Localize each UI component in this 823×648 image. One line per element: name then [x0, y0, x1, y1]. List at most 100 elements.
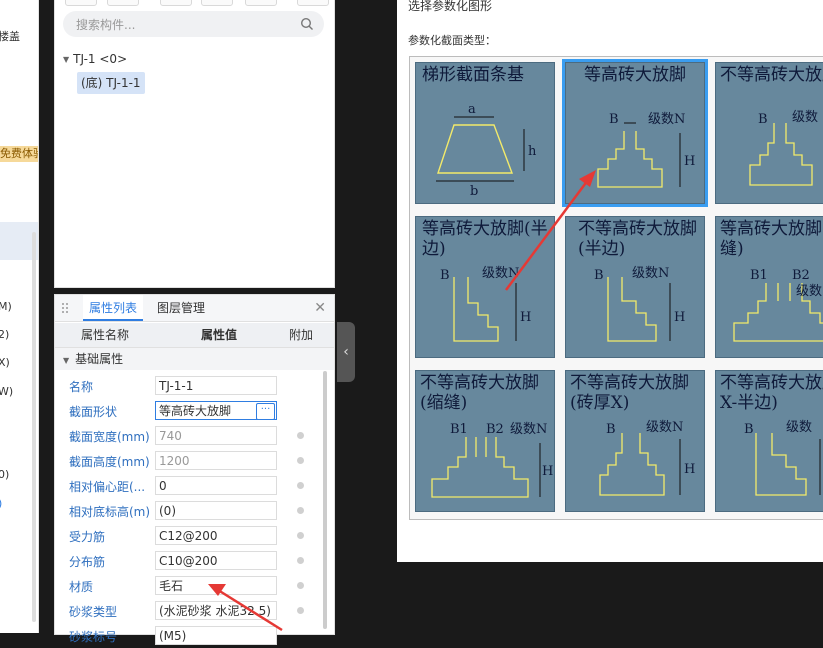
property-group-basic[interactable]: ▼ 基础属性 [55, 348, 334, 370]
properties-header: 属性名称 属性值 附加 [55, 323, 334, 348]
property-value[interactable]: 毛石 [155, 576, 277, 595]
toolbar-button[interactable] [297, 0, 329, 6]
property-name: 砂浆标号 [69, 630, 118, 644]
label-b2: B2 [792, 268, 810, 283]
shape-option-unequal-joint[interactable]: 不等高砖大放脚(缩缝) B1 B2 级数N H [415, 370, 555, 512]
label-b1: B1 [750, 268, 768, 283]
label-h: H [684, 154, 695, 169]
toolbar-button[interactable] [65, 0, 97, 6]
property-value[interactable]: 0 [155, 476, 277, 495]
shape-option-equal-half[interactable]: 等高砖大放脚(半边) B 级数N H [415, 216, 555, 358]
tree-child-node[interactable]: (底) TJ-1-1 [77, 72, 145, 94]
shape-option-equal-height[interactable]: 等高砖大放脚 B 级数N H [562, 59, 708, 207]
properties-scrollbar[interactable] [323, 371, 327, 629]
label-b: B [758, 112, 768, 127]
left-fragment: 2) [0, 328, 10, 341]
collapse-panel-handle[interactable]: ‹ [337, 322, 355, 382]
label-h: H [674, 310, 685, 325]
toolbar-button[interactable] [160, 0, 192, 6]
ellipsis-button[interactable]: ··· [256, 403, 275, 419]
shape-option-unequal-thickness[interactable]: 不等高砖大放脚(砖厚X) B 级数N H [565, 370, 705, 512]
label-b: B [744, 422, 754, 437]
property-value[interactable]: 1200 [155, 451, 277, 470]
label-b: b [470, 184, 478, 199]
shape-option-unequal-half[interactable]: 不等高砖大放脚(半边) B 级数N H [565, 216, 705, 358]
left-scrollbar[interactable] [32, 232, 36, 622]
property-row: 相对偏心距(... 0 [55, 473, 334, 498]
attach-radio[interactable] [297, 457, 304, 464]
collapse-triangle-icon[interactable]: ▼ [63, 356, 69, 365]
property-row: 分布筋 C10@200 [55, 548, 334, 573]
property-value-section-shape[interactable]: 等高砖大放脚 ··· [155, 401, 277, 420]
header-extra: 附加 [289, 328, 314, 342]
left-fragment: W) [0, 385, 14, 398]
attach-radio[interactable] [297, 532, 304, 539]
stepped-footing-diagram: B 级数N H [597, 112, 695, 188]
search-icon[interactable] [300, 17, 314, 31]
property-name: 分布筋 [69, 555, 106, 569]
close-icon[interactable]: ✕ [314, 300, 326, 316]
expand-triangle-icon[interactable]: ▼ [63, 55, 69, 64]
label-steps: 级数 [786, 420, 812, 435]
property-name: 砂浆类型 [69, 605, 118, 619]
toolbar-button[interactable] [201, 0, 233, 6]
label-h: H [684, 462, 695, 477]
left-fragment: 楼盖 [0, 30, 20, 43]
label-b: B [609, 112, 619, 127]
label-b2: B2 [486, 422, 504, 437]
property-value[interactable]: TJ-1-1 [155, 376, 277, 395]
property-name: 截面宽度(mm) [69, 430, 150, 444]
stepped-footing-diagram: B 级数 H [744, 420, 821, 496]
header-value: 属性值 [201, 328, 238, 342]
attach-radio[interactable] [297, 507, 304, 514]
parametric-shape-dialog: 选择参数化图形 参数化截面类型： 梯形截面条基 a h b 等高砖大放脚 B 级… [397, 0, 823, 562]
attach-radio[interactable] [297, 482, 304, 489]
left-fragment: ) [0, 497, 2, 510]
tab-property-list[interactable]: 属性列表 [83, 295, 144, 321]
badge-label: 免费体验 [0, 147, 38, 160]
left-fragment: M) [0, 300, 12, 313]
property-value[interactable]: C10@200 [155, 551, 277, 570]
trapezoid-diagram: a h b [436, 102, 537, 199]
property-row: 材质 毛石 [55, 573, 334, 598]
label-h: h [528, 144, 537, 159]
shape-option-trapezoid[interactable]: 梯形截面条基 a h b [415, 62, 555, 204]
property-value[interactable]: 740 [155, 426, 277, 445]
component-search-input[interactable]: 搜索构件... [63, 11, 324, 37]
properties-tab-bar: 属性列表 图层管理 ✕ [55, 295, 334, 322]
group-label: 基础属性 [75, 352, 124, 366]
label-h: H [542, 464, 553, 479]
label-steps: 级数N [482, 266, 519, 281]
drag-grip-icon[interactable] [61, 302, 69, 314]
attach-radio[interactable] [297, 582, 304, 589]
dialog-title: 选择参数化图形 [408, 0, 493, 13]
property-value[interactable]: (0) [155, 501, 277, 520]
tab-layer-management[interactable]: 图层管理 [151, 295, 211, 321]
shape-option-equal-joint[interactable]: 等高砖大放脚(缩缝) B1 B2 级数 [715, 216, 823, 358]
label-steps: 级数N [646, 420, 683, 435]
shape-grid: 梯形截面条基 a h b 等高砖大放脚 B 级数N H 不等高砖大放 B 级数 … [409, 56, 823, 520]
shape-option-unequal-thickness-half[interactable]: 不等高砖大放脚(砖厚X-半边) B 级数 H [715, 370, 823, 512]
attach-radio[interactable] [297, 607, 304, 614]
shape-option-unequal-height[interactable]: 不等高砖大放脚 B 级数 H [715, 62, 823, 204]
property-value[interactable]: (水泥砂浆 水泥32.5) [155, 601, 277, 620]
toolbar-button[interactable] [245, 0, 277, 6]
attach-radio[interactable] [297, 432, 304, 439]
tree-root-node[interactable]: ▼ TJ-1 <0> [63, 52, 127, 66]
property-value[interactable]: C12@200 [155, 526, 277, 545]
label-b: B [594, 268, 604, 283]
label-h: H [520, 310, 531, 325]
property-row: 名称 TJ-1-1 [55, 373, 334, 398]
left-side-strip: 楼盖 免费体验 M) 2) X) W) 0) ) [0, 0, 39, 633]
toolbar-button[interactable] [107, 0, 139, 6]
property-name: 相对偏心距(... [69, 480, 146, 494]
attach-radio[interactable] [297, 557, 304, 564]
stepped-footing-diagram: B 级数N H [440, 266, 531, 342]
left-fragment: 0) [0, 468, 10, 481]
free-trial-badge[interactable]: 免费体验 [0, 146, 38, 162]
property-value[interactable]: (M5) [155, 626, 277, 645]
label-steps: 级数N [648, 112, 685, 127]
stepped-footing-diagram: B 级数N H [594, 266, 685, 342]
header-name: 属性名称 [81, 328, 130, 342]
properties-panel: 属性列表 图层管理 ✕ 属性名称 属性值 附加 ▼ 基础属性 名称 TJ-1-1 … [54, 294, 335, 645]
